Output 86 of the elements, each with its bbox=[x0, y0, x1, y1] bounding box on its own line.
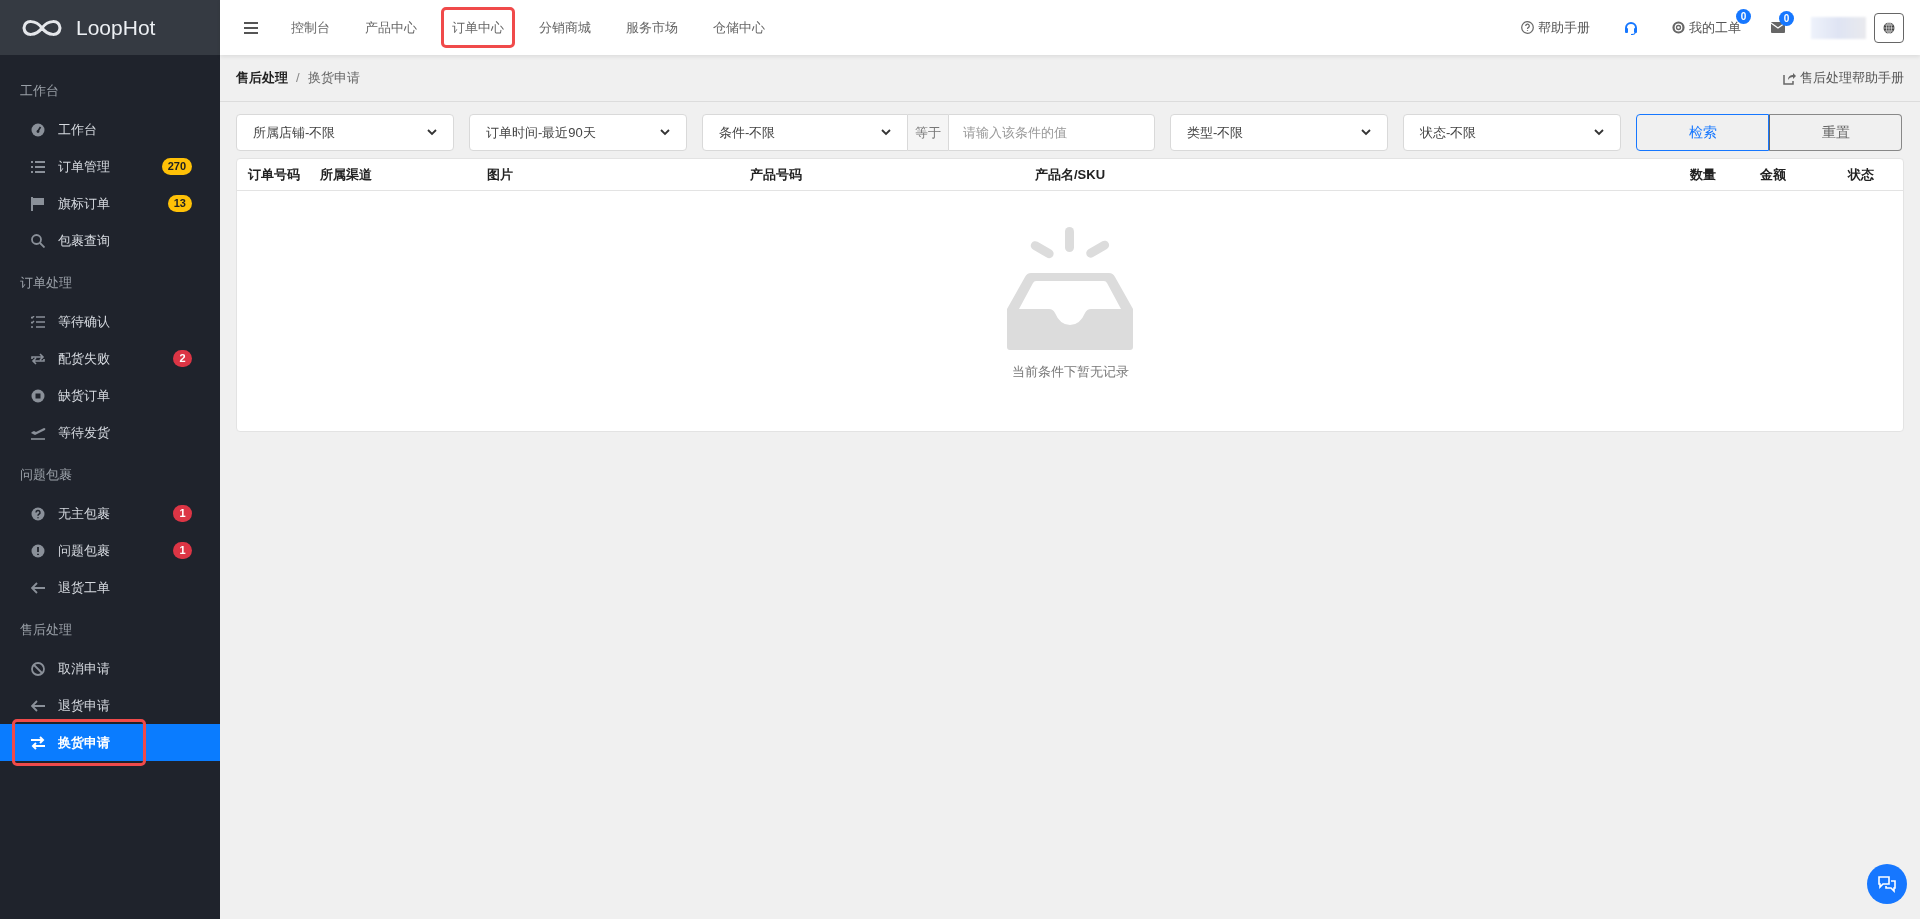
column-header: 订单号码 bbox=[248, 165, 301, 184]
column-header: 图片 bbox=[487, 165, 514, 184]
checklist-icon bbox=[31, 315, 45, 328]
count-badge: 270 bbox=[161, 158, 192, 175]
sidebar-item[interactable]: 包裹查询 bbox=[0, 222, 220, 259]
list-icon bbox=[31, 160, 45, 173]
lifebuoy-icon bbox=[1672, 21, 1685, 34]
menu-icon[interactable] bbox=[244, 21, 258, 34]
column-header: 产品号码 bbox=[750, 165, 803, 184]
column-header: 所属渠道 bbox=[320, 165, 373, 184]
nav-link[interactable]: 控制台 bbox=[280, 6, 341, 49]
column-header: 状态 bbox=[1848, 165, 1875, 184]
mail-count-badge: 0 bbox=[1779, 11, 1794, 26]
count-badge: 1 bbox=[173, 505, 192, 522]
condition-select[interactable]: 条件-不限 bbox=[702, 114, 908, 151]
chat-button[interactable] bbox=[1867, 864, 1907, 904]
equals-label: 等于 bbox=[908, 114, 948, 151]
sidebar-item[interactable]: 无主包裹 1 bbox=[0, 495, 220, 532]
ban-icon bbox=[31, 661, 45, 676]
logo-text: LoopHot bbox=[76, 14, 156, 41]
status-select[interactable]: 状态-不限 bbox=[1403, 114, 1621, 151]
sidebar-section-title: 售后处理 bbox=[19, 621, 73, 640]
sidebar-item[interactable]: 等待确认 bbox=[0, 303, 220, 340]
headset-icon[interactable] bbox=[1624, 20, 1638, 35]
gauge-icon bbox=[31, 122, 45, 137]
nav-link[interactable]: 订单中心 bbox=[441, 6, 515, 49]
breadcrumb-current: 换货申请 bbox=[307, 69, 360, 88]
sidebar-item[interactable]: 退货申请 bbox=[0, 687, 220, 724]
sidebar-item[interactable]: 换货申请 bbox=[0, 724, 220, 761]
sidebar-item[interactable]: 订单管理 270 bbox=[0, 148, 220, 185]
nav-link[interactable]: 仓储中心 bbox=[702, 6, 776, 49]
nav-link[interactable]: 服务市场 bbox=[615, 6, 689, 49]
count-badge: 1 bbox=[173, 542, 192, 559]
time-select[interactable]: 订单时间-最近90天 bbox=[469, 114, 687, 151]
search-button[interactable]: 检索 bbox=[1636, 114, 1769, 151]
help-manual-link[interactable]: 帮助手册 bbox=[1538, 17, 1590, 38]
column-header: 金额 bbox=[1760, 165, 1787, 184]
repeat-arrows-icon bbox=[31, 351, 45, 366]
sidebar-section-title: 订单处理 bbox=[19, 274, 73, 293]
arrow-left-icon bbox=[31, 581, 45, 594]
nav-link[interactable]: 产品中心 bbox=[354, 6, 428, 49]
exclamation-circle-icon bbox=[31, 543, 45, 558]
shop-select[interactable]: 所属店铺-不限 bbox=[236, 114, 454, 151]
sidebar-section-title: 工作台 bbox=[19, 82, 60, 101]
chevron-down-icon bbox=[881, 129, 891, 136]
empty-inbox-icon bbox=[1005, 227, 1135, 350]
swap-arrows-icon bbox=[31, 735, 45, 750]
language-button[interactable] bbox=[1874, 12, 1904, 43]
breadcrumb-parent[interactable]: 售后处理 bbox=[236, 68, 288, 88]
breadcrumb-separator: / bbox=[296, 69, 300, 88]
sidebar-item[interactable]: 工作台 bbox=[0, 111, 220, 148]
chevron-down-icon bbox=[427, 129, 437, 136]
sidebar-section-title: 问题包裹 bbox=[19, 466, 73, 485]
count-badge: 13 bbox=[167, 195, 192, 212]
globe-icon bbox=[1883, 21, 1895, 34]
column-header: 数量 bbox=[1690, 165, 1717, 184]
sidebar-item[interactable]: 问题包裹 1 bbox=[0, 532, 220, 569]
condition-value-input[interactable]: 请输入该条件的值 bbox=[948, 114, 1155, 151]
reset-button[interactable]: 重置 bbox=[1769, 114, 1902, 151]
nav-link[interactable]: 分销商城 bbox=[528, 6, 602, 49]
chat-bubbles-icon bbox=[1877, 875, 1897, 893]
arrow-left-icon bbox=[31, 699, 45, 712]
ticket-count-badge: 0 bbox=[1736, 8, 1751, 24]
chevron-down-icon bbox=[660, 129, 670, 136]
help-manual-link[interactable]: 售后处理帮助手册 bbox=[1800, 68, 1904, 88]
chevron-down-icon bbox=[1594, 129, 1604, 136]
sidebar-item[interactable]: 旗标订单 13 bbox=[0, 185, 220, 222]
search-icon bbox=[31, 233, 45, 248]
sidebar-item[interactable]: 退货工单 bbox=[0, 569, 220, 606]
blurred-username bbox=[1811, 16, 1866, 39]
stop-circle-icon bbox=[31, 388, 45, 403]
empty-state-text: 当前条件下暂无记录 bbox=[1011, 363, 1129, 381]
mail-icon[interactable] bbox=[1771, 22, 1785, 33]
chevron-down-icon bbox=[1361, 129, 1371, 136]
flag-icon bbox=[31, 196, 45, 211]
sidebar-item[interactable]: 等待发货 bbox=[0, 414, 220, 451]
question-circle-icon bbox=[31, 506, 45, 521]
count-badge: 2 bbox=[173, 350, 192, 367]
column-header: 产品名/SKU bbox=[1035, 165, 1107, 184]
type-select[interactable]: 类型-不限 bbox=[1170, 114, 1388, 151]
sidebar-item[interactable]: 配货失败 2 bbox=[0, 340, 220, 377]
plane-departure-icon bbox=[30, 425, 46, 440]
help-icon bbox=[1521, 21, 1534, 34]
sidebar-item[interactable]: 取消申请 bbox=[0, 650, 220, 687]
sidebar-item[interactable]: 缺货订单 bbox=[0, 377, 220, 414]
external-link-icon bbox=[1783, 71, 1796, 85]
